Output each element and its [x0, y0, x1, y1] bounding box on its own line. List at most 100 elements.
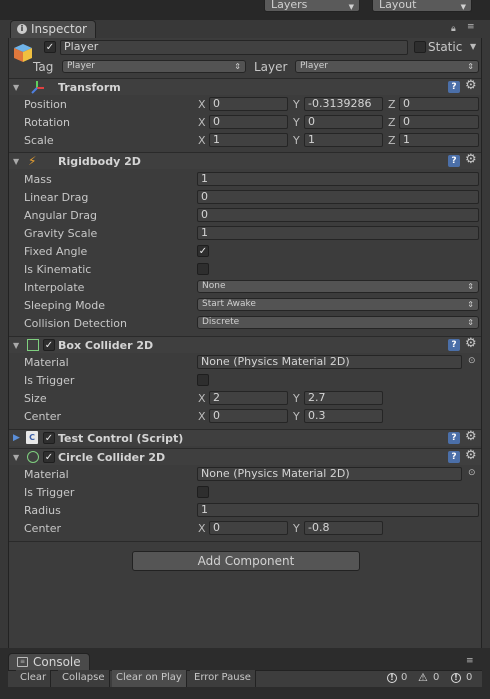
center-label: Center — [24, 522, 62, 535]
tab-inspector-label: Inspector — [31, 22, 87, 36]
position-y-field[interactable]: -0.3139286 — [304, 97, 383, 111]
collision-detection-label: Collision Detection — [24, 317, 128, 330]
scale-x-field[interactable]: 1 — [209, 133, 288, 147]
axis-x-label: X — [198, 116, 206, 129]
test-control-enabled-checkbox[interactable]: ✓ — [43, 432, 55, 444]
box-center-x-field[interactable]: 0 — [209, 409, 288, 423]
axis-x-label: X — [198, 392, 206, 405]
menu-icon[interactable]: ≡ — [467, 22, 475, 32]
radius-field[interactable]: 1 — [197, 503, 479, 517]
tab-console[interactable]: ≡ Console — [8, 653, 90, 670]
gravity-scale-field[interactable]: 1 — [197, 226, 479, 240]
gear-icon[interactable]: ⚙ — [465, 337, 477, 350]
static-dropdown-arrow-icon[interactable]: ▼ — [470, 42, 476, 51]
is-kinematic-label: Is Kinematic — [24, 263, 92, 276]
box-is-trigger-checkbox[interactable] — [197, 374, 209, 386]
layout-dropdown[interactable]: Layout ▼ — [372, 0, 472, 12]
sleeping-mode-value: Start Awake — [202, 299, 256, 309]
help-icon[interactable]: ? — [448, 451, 460, 463]
position-x-field[interactable]: 0 — [209, 97, 288, 111]
gear-icon[interactable]: ⚙ — [465, 449, 477, 462]
fold-arrow-icon[interactable]: ▼ — [13, 83, 19, 92]
dropdown-arrow-icon: ⇕ — [234, 62, 241, 71]
clear-button[interactable]: Clear — [16, 670, 52, 687]
tab-inspector[interactable]: i Inspector — [10, 20, 96, 38]
gameobject-cube-icon — [12, 42, 34, 64]
fold-arrow-icon[interactable]: ▼ — [13, 453, 19, 462]
object-picker-icon[interactable]: ⊙ — [468, 356, 476, 366]
mass-label: Mass — [24, 173, 52, 186]
axis-z-label: Z — [388, 98, 396, 111]
clear-on-play-button[interactable]: Clear on Play — [112, 670, 187, 687]
sleeping-mode-dropdown[interactable]: Start Awake ⇕ — [197, 298, 479, 311]
help-icon[interactable]: ? — [448, 155, 460, 167]
object-picker-icon[interactable]: ⊙ — [468, 468, 476, 478]
fixed-angle-label: Fixed Angle — [24, 245, 88, 258]
angular-drag-field[interactable]: 0 — [197, 208, 479, 222]
size-y-field[interactable]: 2.7 — [304, 391, 383, 405]
error-icon: ! — [451, 673, 461, 683]
size-x-field[interactable]: 2 — [209, 391, 288, 405]
rotation-label: Rotation — [24, 116, 71, 129]
error-pause-button[interactable]: Error Pause — [190, 670, 256, 687]
rotation-x-field[interactable]: 0 — [209, 115, 288, 129]
gear-icon[interactable]: ⚙ — [465, 430, 477, 443]
menu-icon[interactable]: ≡ — [466, 656, 474, 666]
sleeping-mode-label: Sleeping Mode — [24, 299, 106, 312]
position-z-field[interactable]: 0 — [399, 97, 479, 111]
axis-z-label: Z — [388, 134, 396, 147]
static-checkbox[interactable] — [414, 41, 426, 53]
layers-dropdown[interactable]: Layers ▼ — [264, 0, 360, 12]
dropdown-arrow-icon: ▼ — [348, 3, 354, 11]
box-material-field[interactable]: None (Physics Material 2D) — [197, 355, 462, 369]
transform-icon — [31, 80, 45, 94]
dropdown-arrow-icon: ▼ — [460, 3, 466, 11]
rotation-z-field[interactable]: 0 — [399, 115, 479, 129]
tab-console-label: Console — [33, 655, 81, 669]
help-icon[interactable]: ? — [448, 432, 460, 444]
circle-collider-enabled-checkbox[interactable]: ✓ — [43, 451, 55, 463]
gear-icon[interactable]: ⚙ — [465, 153, 477, 166]
circle-material-field[interactable]: None (Physics Material 2D) — [197, 467, 462, 481]
center-label: Center — [24, 410, 62, 423]
gear-icon[interactable]: ⚙ — [465, 79, 477, 92]
fold-arrow-right-icon[interactable]: ▶ — [13, 433, 20, 443]
circle-center-y-field[interactable]: -0.8 — [304, 521, 383, 535]
scale-z-field[interactable]: 1 — [399, 133, 479, 147]
circle-center-x-field[interactable]: 0 — [209, 521, 288, 535]
rigidbody-title: Rigidbody 2D — [58, 155, 141, 168]
lock-icon[interactable]: 🔒︎ — [451, 24, 456, 34]
axis-y-label: Y — [293, 522, 300, 535]
scale-label: Scale — [24, 134, 54, 147]
material-label: Material — [24, 356, 69, 369]
mass-field[interactable]: 1 — [197, 172, 479, 186]
collapse-button[interactable]: Collapse — [58, 670, 110, 687]
linear-drag-field[interactable]: 0 — [197, 190, 479, 204]
help-icon[interactable]: ? — [448, 339, 460, 351]
fixed-angle-checkbox[interactable]: ✓ — [197, 245, 209, 257]
layer-dropdown[interactable]: Player ⇕ — [295, 60, 479, 73]
tag-dropdown[interactable]: Player ⇕ — [62, 60, 246, 73]
add-component-button[interactable]: Add Component — [132, 551, 360, 571]
axis-y-label: Y — [293, 392, 300, 405]
axis-y-label: Y — [293, 134, 300, 147]
transform-title: Transform — [58, 81, 121, 94]
fold-arrow-icon[interactable]: ▼ — [13, 341, 19, 350]
collision-detection-dropdown[interactable]: Discrete ⇕ — [197, 316, 479, 329]
rotation-y-field[interactable]: 0 — [304, 115, 383, 129]
scale-y-field[interactable]: 1 — [304, 133, 383, 147]
box-center-y-field[interactable]: 0.3 — [304, 409, 383, 423]
help-icon[interactable]: ? — [448, 81, 460, 93]
circle-is-trigger-checkbox[interactable] — [197, 486, 209, 498]
dropdown-arrow-icon: ⇕ — [467, 300, 474, 309]
box-collider-enabled-checkbox[interactable]: ✓ — [43, 339, 55, 351]
is-trigger-label: Is Trigger — [24, 374, 75, 387]
object-name-field[interactable]: Player — [60, 40, 408, 55]
is-kinematic-checkbox[interactable] — [197, 263, 209, 275]
axis-z-label: Z — [388, 116, 396, 129]
active-checkbox[interactable]: ✓ — [44, 41, 56, 53]
layout-label: Layout — [379, 0, 417, 11]
interpolate-dropdown[interactable]: None ⇕ — [197, 280, 479, 293]
fold-arrow-icon[interactable]: ▼ — [13, 157, 19, 166]
axis-x-label: X — [198, 522, 206, 535]
